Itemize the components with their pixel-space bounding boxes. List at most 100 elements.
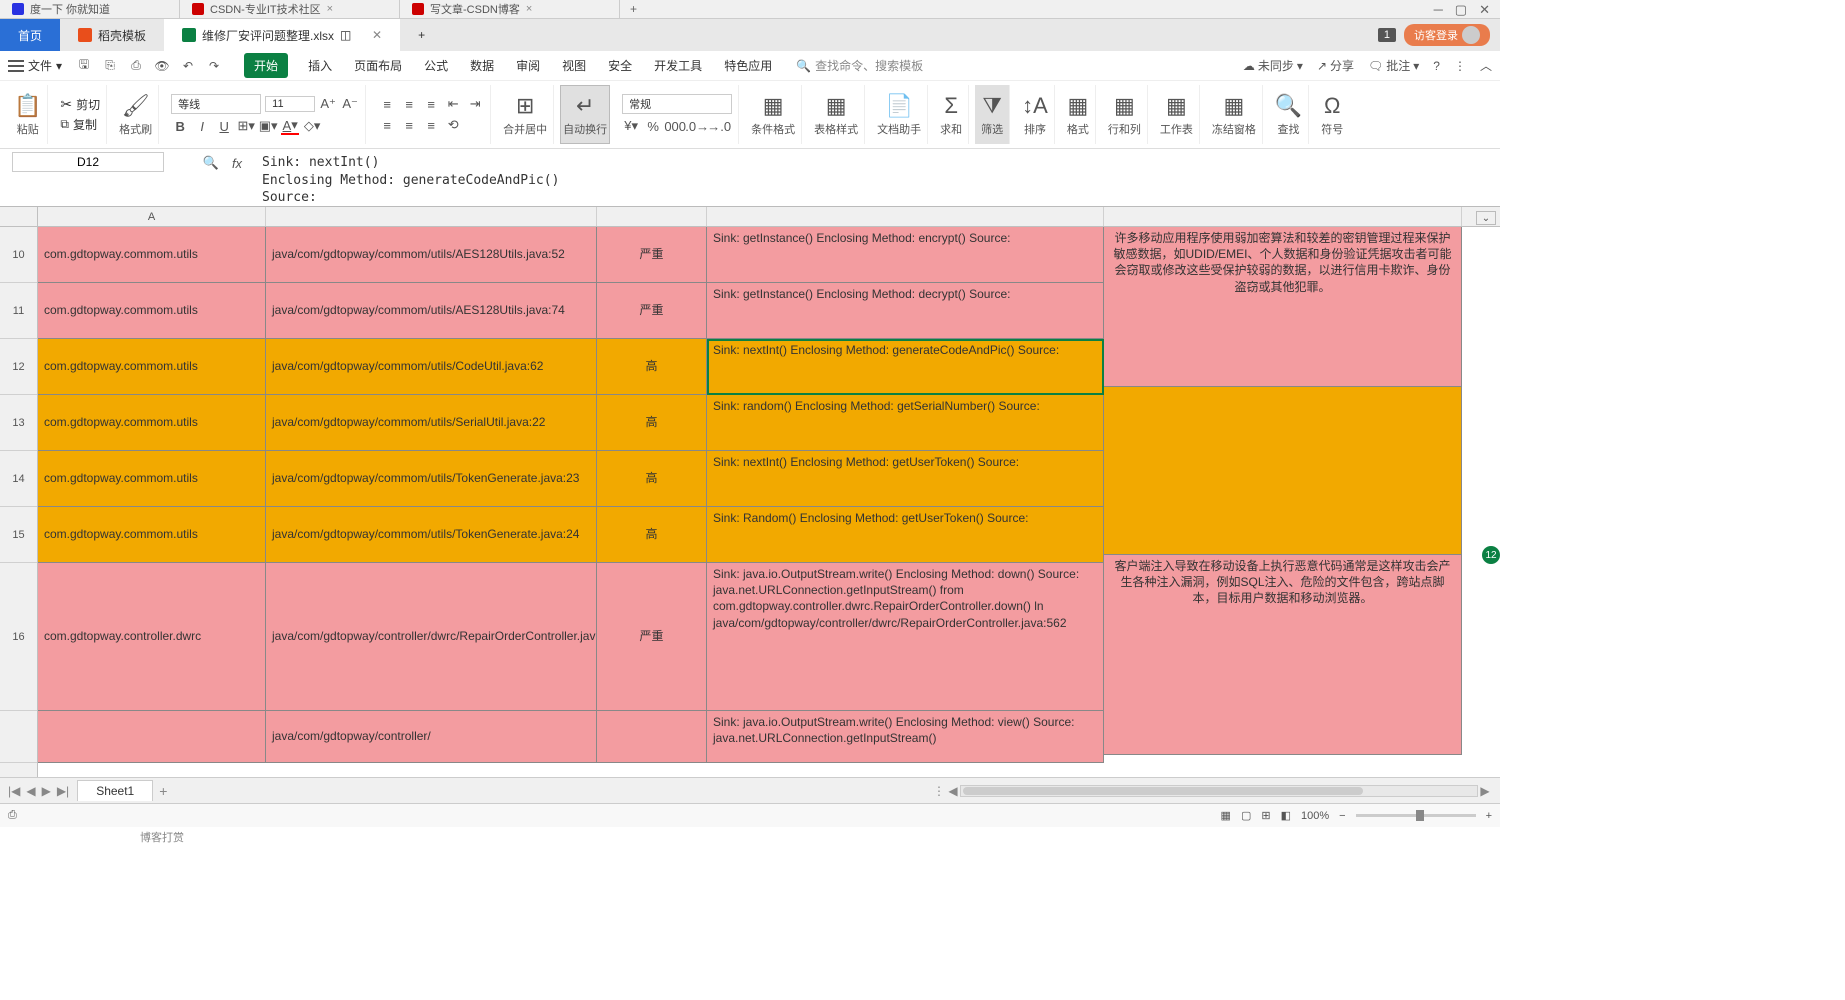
cell[interactable]: java/com/gdtopway/controller/ <box>266 711 597 763</box>
row-header[interactable]: 15 <box>0 507 37 563</box>
row-header[interactable]: 12 <box>0 339 37 395</box>
fill-icon[interactable]: ▣▾ <box>259 117 277 135</box>
close-icon[interactable]: × <box>327 3 333 15</box>
tab-devtools[interactable]: 开发工具 <box>652 53 704 78</box>
sheet-nav-next-icon[interactable]: ▶ <box>42 784 51 798</box>
more-icon[interactable]: ⋮ <box>1454 59 1466 73</box>
doc-help-button[interactable]: 📄文档助手 <box>871 85 928 144</box>
col-header[interactable] <box>707 207 1104 226</box>
tab-view[interactable]: 视图 <box>560 53 588 78</box>
tab-data[interactable]: 数据 <box>468 53 496 78</box>
minimize-icon[interactable]: ─ <box>1434 2 1443 18</box>
expand-down-icon[interactable]: ⌄ <box>1476 211 1496 225</box>
cell[interactable]: java/com/gdtopway/commom/utils/AES128Uti… <box>266 283 597 339</box>
select-all-corner[interactable] <box>0 207 38 227</box>
new-blank-tab[interactable]: + <box>400 19 443 51</box>
formula-content[interactable]: Sink: nextInt() Enclosing Method: genera… <box>254 152 567 209</box>
format-button[interactable]: ▦格式 <box>1061 85 1096 144</box>
close-icon[interactable]: ✕ <box>1479 2 1490 18</box>
align-left-icon[interactable]: ≡ <box>378 116 396 134</box>
size-select[interactable]: 11 <box>265 96 315 112</box>
scroll-left-icon[interactable]: ◀ <box>946 784 960 798</box>
percent-icon[interactable]: % <box>644 117 662 135</box>
row-header[interactable]: 13 <box>0 395 37 451</box>
scroll-thumb[interactable] <box>963 787 1363 795</box>
undo-icon[interactable]: ↶ <box>180 58 196 74</box>
cut-button[interactable]: 剪切 <box>76 96 100 113</box>
scroll-right-icon[interactable]: ▶ <box>1478 784 1492 798</box>
row-header[interactable]: 11 <box>0 283 37 339</box>
name-box[interactable] <box>12 152 164 172</box>
cell[interactable] <box>38 711 266 763</box>
bold-icon[interactable]: B <box>171 117 189 135</box>
reading-icon[interactable]: ◧ <box>1281 809 1291 822</box>
row-header[interactable]: 16 <box>0 563 37 711</box>
align-right-icon[interactable]: ≡ <box>422 116 440 134</box>
share-button[interactable]: ↗分享 <box>1317 57 1354 74</box>
cell[interactable]: 严重 <box>597 563 707 711</box>
cell[interactable]: java/com/gdtopway/commom/utils/SerialUti… <box>266 395 597 451</box>
close-icon[interactable]: × <box>526 3 532 15</box>
sort-button[interactable]: ↕A排序 <box>1016 85 1055 144</box>
tab-formula[interactable]: 公式 <box>422 53 450 78</box>
tab-start[interactable]: 开始 <box>244 53 288 78</box>
view-page-icon[interactable]: ▢ <box>1241 809 1251 822</box>
cell[interactable]: com.gdtopway.commom.utils <box>38 507 266 563</box>
font-select[interactable]: 等线 <box>171 94 261 114</box>
sheet-tab[interactable]: Sheet1 <box>77 780 153 801</box>
home-tab[interactable]: 首页 <box>0 19 60 51</box>
dec-decimal-icon[interactable]: →.0 <box>710 117 728 135</box>
underline-icon[interactable]: U <box>215 117 233 135</box>
view-normal-icon[interactable]: ▦ <box>1221 809 1231 822</box>
tab-apps[interactable]: 特色应用 <box>722 53 774 78</box>
cell[interactable] <box>597 711 707 763</box>
worksheet-button[interactable]: ▦工作表 <box>1154 85 1200 144</box>
format-brush[interactable]: 🖌格式刷 <box>113 85 159 144</box>
sync-status[interactable]: ☁未同步▾ <box>1243 57 1303 74</box>
print-icon[interactable]: ⎙ <box>128 58 144 74</box>
new-tab-button[interactable]: + <box>620 2 647 16</box>
filter-button[interactable]: ⧩筛选 <box>975 85 1010 144</box>
cell[interactable]: java/com/gdtopway/commom/utils/TokenGene… <box>266 507 597 563</box>
symbol-button[interactable]: Ω符号 <box>1315 85 1349 144</box>
annotate-button[interactable]: 🗨批注▾ <box>1368 57 1419 74</box>
zoom-icon[interactable]: 🔍 <box>202 154 220 172</box>
cell[interactable]: com.gdtopway.commom.utils <box>38 283 266 339</box>
cell[interactable]: Sink: Random() Enclosing Method: getUser… <box>707 507 1104 563</box>
float-badge[interactable]: 12 <box>1482 546 1500 564</box>
italic-icon[interactable]: I <box>193 117 211 135</box>
paste-group[interactable]: 📋粘贴 <box>8 85 48 144</box>
zoom-in-icon[interactable]: + <box>1486 810 1492 822</box>
cell[interactable]: Sink: nextInt() Enclosing Method: getUse… <box>707 451 1104 507</box>
view-grid-icon[interactable]: ⊞ <box>1261 809 1270 822</box>
cell[interactable]: com.gdtopway.commom.utils <box>38 395 266 451</box>
cell[interactable]: 高 <box>597 507 707 563</box>
cell[interactable]: com.gdtopway.controller.dwrc <box>38 563 266 711</box>
merged-cell[interactable]: 客户端注入导致在移动设备上执行恶意代码通常是这样攻击会产生各种注入漏洞，例如SQ… <box>1104 555 1462 755</box>
tab-layout[interactable]: 页面布局 <box>352 53 404 78</box>
zoom-slider[interactable] <box>1356 814 1476 817</box>
font-grow-icon[interactable]: A⁺ <box>319 95 337 113</box>
cell[interactable]: Sink: java.io.OutputStream.write() Enclo… <box>707 563 1104 711</box>
col-header[interactable] <box>266 207 597 226</box>
row-header[interactable] <box>0 711 37 763</box>
freeze-button[interactable]: ▦冻结窗格 <box>1206 85 1263 144</box>
col-header[interactable] <box>1104 207 1462 226</box>
sum-button[interactable]: Σ求和 <box>934 85 969 144</box>
find-button[interactable]: 🔍查找 <box>1269 85 1309 144</box>
cell[interactable]: Sink: getInstance() Enclosing Method: de… <box>707 283 1104 339</box>
cell[interactable]: Sink: getInstance() Enclosing Method: en… <box>707 227 1104 283</box>
cell[interactable]: java/com/gdtopway/commom/utils/CodeUtil.… <box>266 339 597 395</box>
cell[interactable]: 严重 <box>597 227 707 283</box>
inc-decimal-icon[interactable]: .0→ <box>688 117 706 135</box>
help-icon[interactable]: ? <box>1433 59 1440 73</box>
add-sheet-button[interactable]: + <box>159 783 167 799</box>
cell[interactable]: java/com/gdtopway/commom/utils/AES128Uti… <box>266 227 597 283</box>
number-format-select[interactable]: 常规 <box>622 94 732 114</box>
copy-button[interactable]: 复制 <box>73 116 97 133</box>
horizontal-scrollbar[interactable]: ⋮ ◀ ▶ <box>932 785 1492 797</box>
fx-icon[interactable]: fx <box>228 154 246 172</box>
row-header[interactable]: 10 <box>0 227 37 283</box>
cell[interactable]: Sink: random() Enclosing Method: getSeri… <box>707 395 1104 451</box>
browser-tab[interactable]: 写文章-CSDN博客× <box>400 0 620 19</box>
